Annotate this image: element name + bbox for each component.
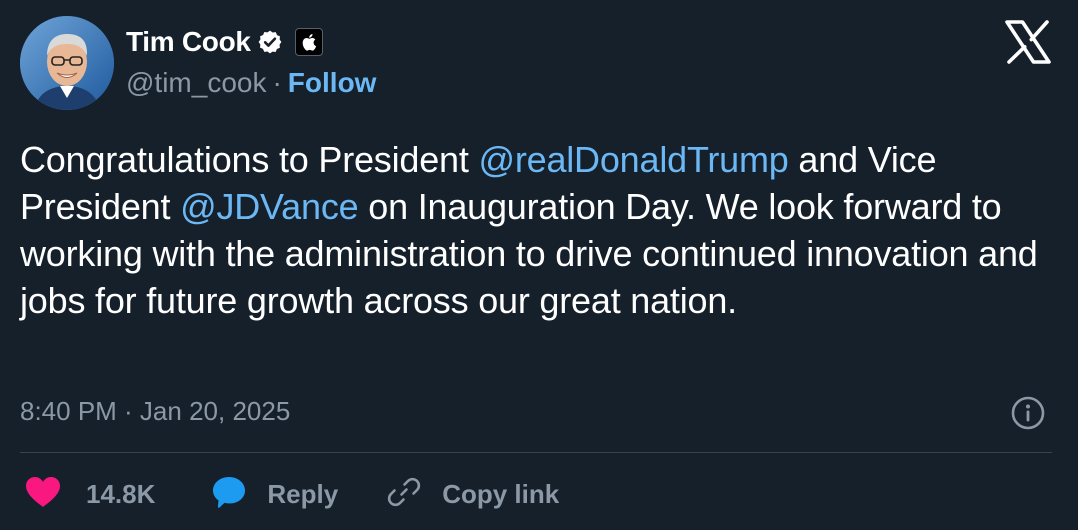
link-icon (386, 474, 422, 515)
apple-logo-icon[interactable] (294, 28, 323, 56)
author-name-row: Tim Cook (126, 24, 323, 60)
tweet-text: Congratulations to President @realDonald… (20, 136, 1060, 324)
author-handle-row: @tim_cook · Follow (126, 66, 376, 100)
x-logo-icon[interactable] (1004, 20, 1052, 64)
tweet-text-segment: Congratulations to President (20, 139, 479, 180)
reply-bubble-icon (211, 474, 247, 515)
author-display-name[interactable]: Tim Cook (126, 26, 251, 58)
reply-button[interactable]: Reply (211, 474, 338, 515)
tweet-embed-card: Tim Cook @tim_cook · Follow Congratulati… (0, 0, 1078, 530)
divider (20, 452, 1052, 453)
like-button[interactable]: 14.8K (24, 475, 155, 514)
mention-link-jdvance[interactable]: @JDVance (180, 186, 359, 227)
tweet-actions-bar: 14.8K Reply Copy link (24, 472, 559, 516)
verified-badge-icon (257, 29, 283, 55)
mention-link-realdonaldtrump[interactable]: @realDonaldTrump (478, 139, 788, 180)
avatar[interactable] (20, 16, 114, 110)
author-handle[interactable]: @tim_cook (126, 67, 266, 99)
copy-link-label: Copy link (442, 478, 560, 509)
follow-button[interactable]: Follow (288, 67, 377, 99)
like-count: 14.8K (86, 478, 156, 509)
info-icon[interactable] (1010, 395, 1046, 431)
heart-icon (24, 475, 62, 514)
reply-label: Reply (267, 478, 339, 509)
tweet-timestamp[interactable]: 8:40 PM · Jan 20, 2025 (20, 393, 290, 429)
handle-separator: · (272, 67, 282, 98)
copy-link-button[interactable]: Copy link (386, 474, 559, 515)
